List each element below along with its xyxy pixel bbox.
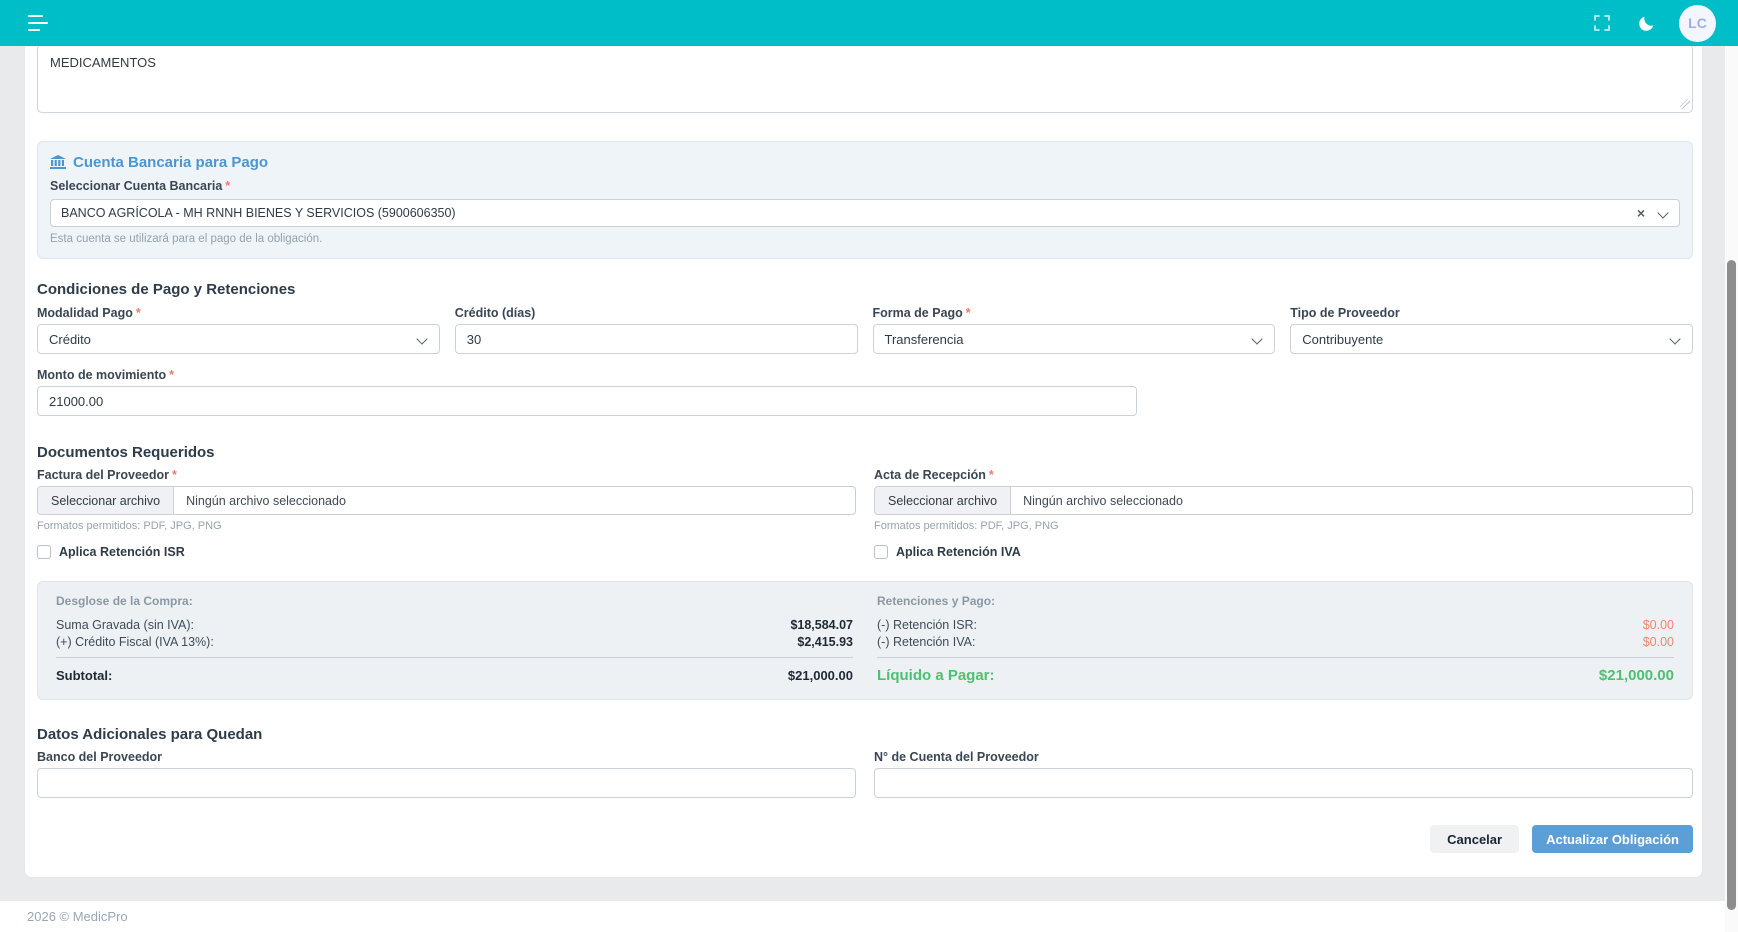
additional-heading: Datos Adicionales para Quedan	[37, 726, 1693, 744]
field-label: Crédito (días)	[455, 306, 536, 320]
chevron-down-icon	[1671, 334, 1681, 344]
summary-row-label: (-) Retención IVA:	[877, 635, 975, 649]
required-asterisk: *	[172, 468, 177, 482]
required-asterisk: *	[136, 306, 141, 320]
required-asterisk: *	[225, 179, 230, 193]
checkbox-unchecked[interactable]	[37, 545, 51, 559]
moon-icon[interactable]	[1635, 12, 1657, 34]
subtotal-label: Subtotal:	[56, 668, 112, 683]
file-status-text: Ningún archivo seleccionado	[174, 494, 346, 508]
chevron-down-icon	[1253, 334, 1263, 344]
summary-retenciones-column: Retenciones y Pago: (-) Retención ISR: $…	[877, 594, 1674, 685]
field-cuenta-proveedor: N° de Cuenta del Proveedor	[874, 749, 1693, 798]
page-scrollbar[interactable]	[1725, 46, 1738, 932]
update-obligation-button[interactable]: Actualizar Obligación	[1532, 825, 1693, 853]
summary-row-value: $0.00	[1643, 635, 1674, 649]
bank-section-title: Cuenta Bancaria para Pago	[73, 154, 268, 171]
file-formats-helper: Formatos permitidos: PDF, JPG, PNG	[37, 520, 856, 532]
selected-value: Contribuyente	[1302, 332, 1383, 347]
credito-dias-input[interactable]	[455, 324, 858, 354]
summary-row-label: (-) Retención ISR:	[877, 618, 977, 632]
monto-movimiento-input[interactable]	[37, 386, 1137, 416]
upload-factura: Factura del Proveedor * Seleccionar arch…	[37, 467, 856, 532]
description-textarea[interactable]: MEDICAMENTOS	[37, 44, 1693, 113]
clear-icon[interactable]: ×	[1637, 206, 1645, 220]
bank-select-helper: Esta cuenta se utilizará para el pago de…	[50, 233, 1680, 246]
bank-account-select[interactable]: BANCO AGRÍCOLA - MH RNNH BIENES Y SERVIC…	[50, 199, 1680, 227]
bank-account-section: Cuenta Bancaria para Pago Seleccionar Cu…	[37, 141, 1693, 259]
bank-icon	[50, 155, 66, 170]
field-credito-dias: Crédito (días)	[455, 305, 858, 354]
documents-heading: Documentos Requeridos	[37, 444, 1693, 462]
summary-row-value: $18,584.07	[790, 618, 853, 632]
chevron-down-icon[interactable]	[1659, 208, 1669, 218]
summary-row-value: $2,415.93	[797, 635, 853, 649]
fullscreen-icon[interactable]	[1591, 12, 1613, 34]
summary-divider	[877, 657, 1674, 658]
page-footer: 2026 © MedicPro	[0, 901, 1738, 932]
field-label: Modalidad Pago	[37, 306, 133, 320]
totals-summary-box: Desglose de la Compra: Suma Gravada (sin…	[37, 581, 1693, 700]
avatar-initials: LC	[1688, 15, 1707, 31]
field-label: Acta de Recepción	[874, 468, 986, 482]
summary-row-label: Suma Gravada (sin IVA):	[56, 618, 194, 632]
cuenta-proveedor-input[interactable]	[874, 768, 1693, 798]
field-forma-pago: Forma de Pago * Transferencia	[873, 305, 1276, 354]
banco-proveedor-input[interactable]	[37, 768, 856, 798]
monto-label: Monto de movimiento	[37, 368, 166, 382]
field-banco-proveedor: Banco del Proveedor	[37, 749, 856, 798]
acta-file-input[interactable]: Seleccionar archivo Ningún archivo selec…	[874, 486, 1693, 515]
field-modalidad-pago: Modalidad Pago * Crédito	[37, 305, 440, 354]
forma-pago-select[interactable]: Transferencia	[873, 324, 1276, 354]
file-status-text: Ningún archivo seleccionado	[1011, 494, 1183, 508]
modalidad-pago-select[interactable]: Crédito	[37, 324, 440, 354]
field-tipo-proveedor: Tipo de Proveedor Contribuyente	[1290, 305, 1693, 354]
field-label: Forma de Pago	[873, 306, 963, 320]
summary-desglose-column: Desglose de la Compra: Suma Gravada (sin…	[56, 594, 853, 685]
checkbox-label: Aplica Retención ISR	[59, 545, 185, 559]
field-label: N° de Cuenta del Proveedor	[874, 750, 1039, 764]
bank-account-selected-value: BANCO AGRÍCOLA - MH RNNH BIENES Y SERVIC…	[61, 206, 1637, 220]
resize-grip-icon[interactable]	[1680, 99, 1690, 109]
menu-icon[interactable]	[28, 15, 50, 31]
summary-column-title: Desglose de la Compra:	[56, 594, 853, 610]
field-label: Banco del Proveedor	[37, 750, 162, 764]
summary-divider	[56, 657, 853, 658]
cancel-button[interactable]: Cancelar	[1430, 825, 1519, 853]
factura-file-input[interactable]: Seleccionar archivo Ningún archivo selec…	[37, 486, 856, 515]
selected-value: Crédito	[49, 332, 91, 347]
summary-row-value: $0.00	[1643, 618, 1674, 632]
upload-acta: Acta de Recepción * Seleccionar archivo …	[874, 467, 1693, 532]
select-file-button[interactable]: Seleccionar archivo	[875, 487, 1011, 514]
conditions-heading: Condiciones de Pago y Retenciones	[37, 281, 1693, 299]
liquido-pagar-label: Líquido a Pagar:	[877, 667, 995, 684]
retencion-isr-checkbox-row[interactable]: Aplica Retención ISR	[37, 544, 856, 559]
user-avatar[interactable]: LC	[1679, 5, 1716, 42]
copyright-text: 2026 © MedicPro	[27, 909, 128, 924]
required-asterisk: *	[989, 468, 994, 482]
field-label: Factura del Proveedor	[37, 468, 169, 482]
checkbox-label: Aplica Retención IVA	[896, 545, 1021, 559]
select-file-button[interactable]: Seleccionar archivo	[38, 487, 174, 514]
liquido-pagar-value: $21,000.00	[1599, 667, 1674, 684]
obligation-form-card: MEDICAMENTOS Cuenta Bancaria para Pago S…	[24, 20, 1703, 878]
subtotal-value: $21,000.00	[788, 668, 853, 683]
required-asterisk: *	[169, 368, 174, 382]
selected-value: Transferencia	[885, 332, 964, 347]
file-formats-helper: Formatos permitidos: PDF, JPG, PNG	[874, 520, 1693, 532]
field-label: Tipo de Proveedor	[1290, 306, 1400, 320]
summary-column-title: Retenciones y Pago:	[877, 594, 1674, 610]
chevron-down-icon	[418, 334, 428, 344]
tipo-proveedor-select[interactable]: Contribuyente	[1290, 324, 1693, 354]
bank-select-label: Seleccionar Cuenta Bancaria	[50, 179, 222, 193]
checkbox-unchecked[interactable]	[874, 545, 888, 559]
scrollbar-thumb[interactable]	[1727, 260, 1736, 910]
top-navbar: LC	[0, 0, 1738, 46]
retencion-iva-checkbox-row[interactable]: Aplica Retención IVA	[874, 544, 1693, 559]
summary-row-label: (+) Crédito Fiscal (IVA 13%):	[56, 635, 214, 649]
required-asterisk: *	[966, 306, 971, 320]
